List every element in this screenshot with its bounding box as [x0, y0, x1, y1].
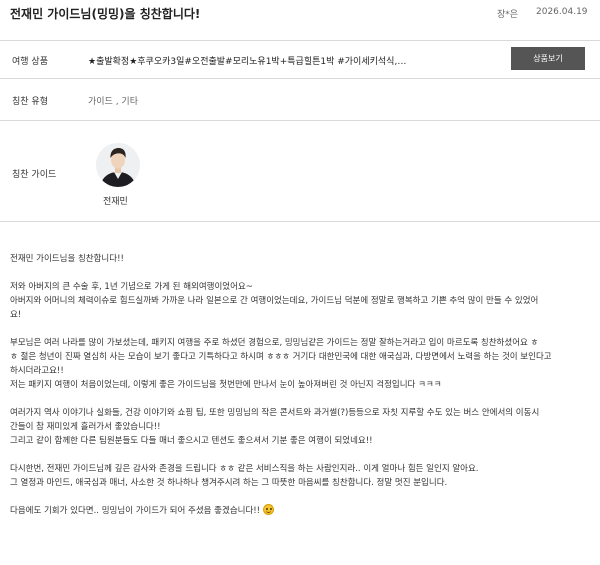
post-author: 장*은 [497, 10, 519, 20]
smiling-face-icon [263, 504, 275, 515]
content-line: 그리고 같이 함께한 다른 팀원분들도 다들 매너 좋으시고 텐션도 좋으셔서 … [10, 436, 373, 446]
guide-label: 칭찬 가이드 [12, 170, 57, 180]
praise-type-label: 칭찬 유형 [12, 97, 48, 107]
content-line: 저는 패키지 여행이 처음이었는데, 이렇게 좋은 가이드님을 첫번만에 만나서… [10, 380, 442, 390]
content-line: 하시더라고요!! [10, 366, 64, 376]
guide-row: 칭찬 가이드 전재민 [0, 120, 600, 222]
content-line: 요! [10, 310, 22, 320]
content-line: 전재민 가이드님을 칭찬합니다!! [10, 254, 124, 264]
product-name[interactable]: ★출발확정★후쿠오카3일#오전출발#모리노유1박+특급힐튼1박 #가이세키석식,… [88, 54, 413, 67]
content-line: 아버지와 어머니의 체력이슈로 힘드실까봐 가까운 나라 일본으로 간 여행이었… [10, 296, 539, 306]
content-line: 여러가지 역사 이야기나 실화들, 건강 이야기와 쇼핑 팁, 또한 밍밍님의 … [10, 408, 540, 418]
guide-avatar [96, 143, 140, 187]
content-line: 부모님은 여러 나라를 많이 가보셨는데, 패키지 여행을 주로 하셨던 경험으… [10, 338, 539, 348]
content-line-last: 다음에도 기회가 있다면.. 밍밍님이 가이드가 되어 주셨음 좋겠습니다!! [10, 504, 590, 518]
content-line: 다시한번, 전재민 가이드님께 깊은 감사와 존경을 드립니다 ㅎㅎ 같은 서비… [10, 464, 479, 474]
guide-name: 전재민 [103, 197, 128, 207]
praise-type-value: 가이드 , 기타 [88, 97, 138, 107]
content-line: 그 열정과 마인드, 애국심과 매너, 사소한 것 하나하나 챙겨주시려 하는 … [10, 478, 448, 488]
product-row: 여행 상품 ★출발확정★후쿠오카3일#오전출발#모리노유1박+특급힐튼1박 #가… [0, 40, 600, 78]
view-product-button[interactable]: 상품보기 [511, 47, 585, 70]
guide-photo-icon [96, 143, 140, 187]
content-line: ㅎ 젊은 청년이 진짜 열심히 사는 모습이 보기 좋다고 기특하다고 하시며 … [10, 352, 552, 362]
praise-type-row: 칭찬 유형 가이드 , 기타 [0, 78, 600, 120]
content-line: 다음에도 기회가 있다면.. 밍밍님이 가이드가 되어 주셨음 좋겠습니다!! [10, 506, 261, 516]
post-title: 전재민 가이드님(밍밍)을 칭찬합니다! [10, 7, 201, 21]
content-line: 간들이 참 재미있게 흘러가서 좋았습니다!! [10, 422, 161, 432]
praise-content: 전재민 가이드님을 칭찬합니다!! 저와 아버지의 큰 수술 후, 1년 기념으… [10, 252, 590, 518]
product-label: 여행 상품 [12, 57, 48, 67]
post-header: 전재민 가이드님(밍밍)을 칭찬합니다! 장*은 2026.04.19 [0, 0, 600, 30]
post-date: 2026.04.19 [536, 7, 588, 17]
content-line: 저와 아버지의 큰 수술 후, 1년 기념으로 가게 된 해외여행이었어요~ [10, 282, 253, 292]
